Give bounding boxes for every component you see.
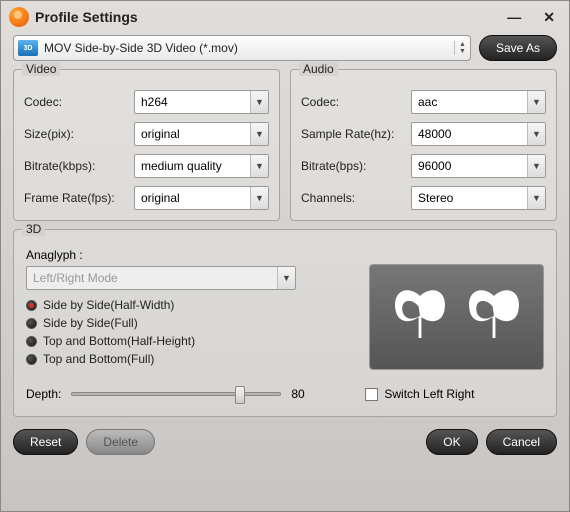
radio-icon <box>26 336 37 347</box>
chevron-down-icon: ▼ <box>527 155 545 177</box>
mode-top-bottom-full[interactable]: Top and Bottom(Full) <box>26 350 355 368</box>
three-d-left-panel: Anaglyph : Left/Right Mode ▼ Side by Side… <box>26 248 355 370</box>
audio-group-label: Audio <box>299 62 338 76</box>
depth-slider[interactable] <box>71 384 281 404</box>
video-bitrate-select[interactable]: medium quality ▼ <box>134 154 269 178</box>
video-codec-value: h264 <box>141 95 168 109</box>
audio-channels-value: Stereo <box>418 191 453 205</box>
chevron-down-icon: ▼ <box>527 123 545 145</box>
radio-icon <box>26 354 37 365</box>
three-d-group: 3D Anaglyph : Left/Right Mode▼ Side by S… <box>13 229 557 417</box>
audio-samplerate-value: 48000 <box>418 127 451 141</box>
chevron-down-icon: ▼ <box>250 187 268 209</box>
chevron-down-icon: ▼ <box>250 123 268 145</box>
mode-top-bottom-half[interactable]: Top and Bottom(Half-Height) <box>26 332 355 350</box>
video-audio-row: Video Codec: h264▼ Size(pix): original▼ … <box>1 69 569 221</box>
audio-channels-select[interactable]: Stereo ▼ <box>411 186 546 210</box>
video-codec-label: Codec: <box>24 95 134 109</box>
mode-side-by-side-full[interactable]: Side by Side(Full) <box>26 314 355 332</box>
format-3d-icon: 3D <box>18 40 38 56</box>
video-bitrate-value: medium quality <box>141 159 222 173</box>
audio-codec-value: aac <box>418 95 437 109</box>
audio-codec-select[interactable]: aac ▼ <box>411 90 546 114</box>
minimize-button[interactable]: — <box>503 9 525 26</box>
video-size-value: original <box>141 127 180 141</box>
audio-bitrate-value: 96000 <box>418 159 451 173</box>
chevron-down-icon: ▼ <box>527 91 545 113</box>
slider-thumb-icon[interactable] <box>235 386 245 404</box>
profile-spinner[interactable]: ▲▼ <box>454 41 466 55</box>
window-title: Profile Settings <box>35 9 503 25</box>
mode-label: Top and Bottom(Full) <box>43 352 154 366</box>
video-framerate-label: Frame Rate(fps): <box>24 191 134 205</box>
video-framerate-select[interactable]: original ▼ <box>134 186 269 210</box>
video-framerate-value: original <box>141 191 180 205</box>
three-d-mode-list: Side by Side(Half-Width) Side by Side(Fu… <box>26 296 355 368</box>
profile-select[interactable]: 3D MOV Side-by-Side 3D Video (*.mov) ▲▼ <box>13 35 471 61</box>
switch-left-right[interactable]: Switch Left Right <box>365 387 474 401</box>
profile-row: 3D MOV Side-by-Side 3D Video (*.mov) ▲▼ … <box>1 31 569 69</box>
anaglyph-value: Left/Right Mode <box>33 271 118 285</box>
titlebar: Profile Settings — ✕ <box>1 1 569 31</box>
mode-label: Top and Bottom(Half-Height) <box>43 334 195 348</box>
mode-side-by-side-half[interactable]: Side by Side(Half-Width) <box>26 296 355 314</box>
ok-button[interactable]: OK <box>426 429 477 455</box>
video-group-label: Video <box>22 62 60 76</box>
mode-label: Side by Side(Full) <box>43 316 138 330</box>
video-size-label: Size(pix): <box>24 127 134 141</box>
chevron-down-icon: ▼ <box>250 91 268 113</box>
depth-label: Depth: <box>26 387 61 401</box>
chevron-down-icon: ▼ <box>250 155 268 177</box>
save-as-button[interactable]: Save As <box>479 35 557 61</box>
mode-label: Side by Side(Half-Width) <box>43 298 174 312</box>
checkbox-icon[interactable] <box>365 388 378 401</box>
chevron-down-icon: ▼ <box>277 267 295 289</box>
video-group: Video Codec: h264▼ Size(pix): original▼ … <box>13 69 280 221</box>
audio-channels-label: Channels: <box>301 191 411 205</box>
switch-label: Switch Left Right <box>384 387 474 401</box>
audio-group: Audio Codec: aac▼ Sample Rate(hz): 48000… <box>290 69 557 221</box>
video-size-select[interactable]: original ▼ <box>134 122 269 146</box>
butterfly-right-icon <box>459 282 529 352</box>
audio-samplerate-label: Sample Rate(hz): <box>301 127 411 141</box>
audio-codec-label: Codec: <box>301 95 411 109</box>
video-bitrate-label: Bitrate(kbps): <box>24 159 134 173</box>
three-d-preview <box>369 264 544 370</box>
app-icon <box>9 7 29 27</box>
anaglyph-label: Anaglyph : <box>26 248 355 262</box>
depth-value: 80 <box>291 387 315 401</box>
footer: Reset Delete OK Cancel <box>1 417 569 455</box>
three-d-group-label: 3D <box>22 222 45 236</box>
delete-button: Delete <box>86 429 155 455</box>
audio-samplerate-select[interactable]: 48000 ▼ <box>411 122 546 146</box>
audio-bitrate-select[interactable]: 96000 ▼ <box>411 154 546 178</box>
audio-bitrate-label: Bitrate(bps): <box>301 159 411 173</box>
butterfly-left-icon <box>385 282 455 352</box>
profile-selected-text: MOV Side-by-Side 3D Video (*.mov) <box>44 41 450 55</box>
radio-icon <box>26 300 37 311</box>
radio-icon <box>26 318 37 329</box>
chevron-down-icon: ▼ <box>527 187 545 209</box>
reset-button[interactable]: Reset <box>13 429 78 455</box>
close-button[interactable]: ✕ <box>539 9 559 26</box>
video-codec-select[interactable]: h264 ▼ <box>134 90 269 114</box>
cancel-button[interactable]: Cancel <box>486 429 557 455</box>
anaglyph-select: Left/Right Mode ▼ <box>26 266 296 290</box>
window-controls: — ✕ <box>503 9 559 26</box>
